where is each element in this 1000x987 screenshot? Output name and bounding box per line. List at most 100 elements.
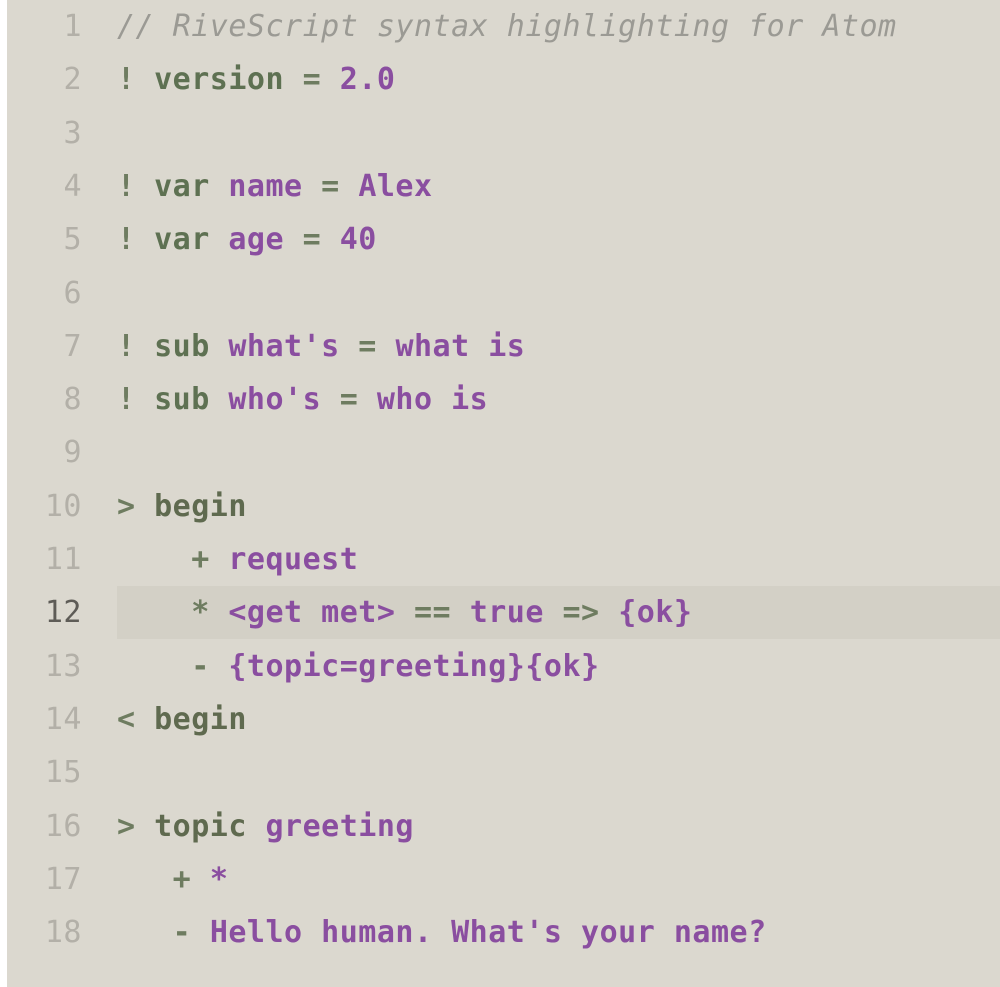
code-text: ! var name = Alex <box>117 160 433 213</box>
line-number: 6 <box>63 275 82 311</box>
code-token: begin <box>154 701 247 737</box>
code-token: {ok} <box>618 595 693 631</box>
code-token: 2.0 <box>339 62 396 98</box>
code-token: => <box>543 595 619 631</box>
code-token: true <box>469 595 544 631</box>
editor-line[interactable]: 16 > topic greeting <box>7 800 1000 853</box>
line-number: 4 <box>63 168 82 204</box>
code-token: ! <box>117 382 155 418</box>
code-token: > <box>117 808 155 844</box>
code-token: who is <box>376 382 489 418</box>
code-text: + request <box>117 533 358 586</box>
editor-line[interactable]: 13 - {topic=greeting}{ok} <box>7 640 1000 693</box>
code-text: - {topic=greeting}{ok} <box>117 640 600 693</box>
code-token: who's <box>228 382 322 418</box>
code-editor[interactable]: 1 // RiveScript syntax highlighting for A… <box>7 0 1000 987</box>
code-token: == <box>395 595 470 631</box>
code-token: <get met> <box>228 595 396 631</box>
editor-line[interactable]: 9 <box>7 426 1000 479</box>
line-number: 3 <box>63 115 82 151</box>
code-text: // RiveScript syntax highlighting for At… <box>117 0 897 53</box>
editor-line[interactable]: 12 * <get met> == true => {ok} <box>7 586 1000 640</box>
code-token: version <box>154 62 285 98</box>
code-text: ! sub what's = what is <box>117 320 525 373</box>
code-token: what's <box>228 328 340 364</box>
code-token: var <box>154 222 210 258</box>
code-token: > <box>117 488 155 524</box>
line-number: 7 <box>63 328 82 364</box>
code-token: * <box>209 861 229 897</box>
code-text: > begin <box>117 480 247 533</box>
code-token: what is <box>395 328 526 364</box>
code-token: {topic=greeting}{ok} <box>228 648 600 684</box>
line-number: 10 <box>44 488 82 524</box>
editor-line[interactable]: 8! sub who's = who is <box>7 373 1000 426</box>
editor-line[interactable]: 3 <box>7 107 1000 160</box>
code-token: Alex <box>358 168 433 204</box>
code-token: - <box>117 915 210 951</box>
code-text: < begin <box>117 693 247 746</box>
editor-line[interactable]: 4 ! var name = Alex <box>7 160 1000 213</box>
editor-line[interactable]: 10 > begin <box>7 480 1000 533</box>
code-token: topic <box>154 808 247 844</box>
code-token: ! <box>117 328 155 364</box>
code-text: + * <box>117 853 228 906</box>
editor-line[interactable]: 1 // RiveScript syntax highlighting for A… <box>7 0 1000 53</box>
code-token: = <box>284 62 340 98</box>
editor-line[interactable]: 7! sub what's = what is <box>7 320 1000 373</box>
code-token: = <box>321 382 377 418</box>
code-token: request <box>228 542 359 577</box>
editor-line[interactable]: 17 + * <box>7 853 1000 906</box>
code-token: begin <box>154 488 247 524</box>
line-number: 8 <box>63 382 82 418</box>
editor-line[interactable]: 2! version = 2.0 <box>7 53 1000 106</box>
line-number: 18 <box>44 915 82 951</box>
editor-line[interactable]: 11 + request <box>7 533 1000 586</box>
code-token: ! <box>117 168 155 204</box>
line-number: 11 <box>44 542 82 577</box>
code-text: > topic greeting <box>117 800 414 853</box>
line-number: 12 <box>44 595 82 631</box>
code-token: Hello human. What's your name? <box>209 915 767 951</box>
code-token: 40 <box>339 222 377 258</box>
code-token: sub <box>154 328 210 364</box>
editor-line[interactable]: 6 <box>7 267 1000 320</box>
code-token: = <box>339 328 396 364</box>
line-number: 14 <box>44 701 82 737</box>
line-number: 9 <box>63 435 82 471</box>
code-token: < <box>117 701 155 737</box>
code-token: greeting <box>265 808 414 844</box>
code-token: + <box>117 861 210 897</box>
code-text: * <get met> == true => {ok} <box>117 586 692 639</box>
code-text: ! sub who's = who is <box>117 373 488 426</box>
code-token: = <box>284 222 340 258</box>
editor-line[interactable]: 18 - Hello human. What's your name? <box>7 906 1000 959</box>
code-text: - Hello human. What's your name? <box>117 906 767 959</box>
code-token: age <box>228 222 285 258</box>
line-number: 17 <box>44 861 82 897</box>
line-number: 13 <box>44 648 82 684</box>
code-token: name <box>228 168 303 204</box>
code-token: = <box>302 168 359 204</box>
line-number: 2 <box>63 62 82 98</box>
line-number: 16 <box>44 808 82 844</box>
code-token: + <box>117 542 229 577</box>
editor-line[interactable]: 14 < begin <box>7 693 1000 746</box>
code-token: // RiveScript syntax highlighting for At… <box>117 9 897 44</box>
line-number: 5 <box>63 222 82 258</box>
code-token: ! <box>117 222 155 258</box>
line-number: 15 <box>44 755 82 791</box>
code-text: ! version = 2.0 <box>117 53 395 106</box>
line-number: 1 <box>63 9 82 44</box>
code-token: ! <box>117 62 155 98</box>
editor-line[interactable]: 15 <box>7 746 1000 799</box>
code-token: sub <box>154 382 210 418</box>
editor-line[interactable]: 5! var age = 40 <box>7 213 1000 266</box>
code-token: * <box>117 595 229 631</box>
code-text: ! var age = 40 <box>117 213 377 266</box>
